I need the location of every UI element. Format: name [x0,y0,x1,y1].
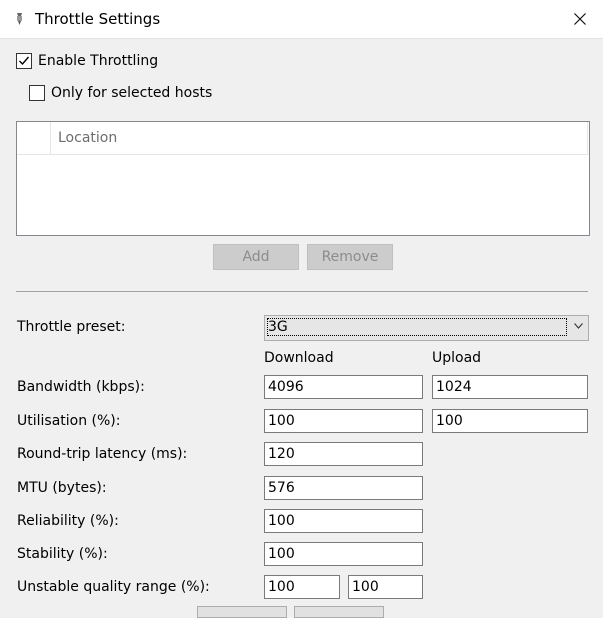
unstable-range-to-input[interactable]: 100 [348,575,423,599]
bandwidth-label: Bandwidth (kbps): [17,379,145,395]
add-button[interactable]: Add [213,244,299,270]
throttle-preset-label: Throttle preset: [17,319,126,335]
bandwidth-upload-input[interactable]: 1024 [432,375,588,399]
ok-button-partial[interactable] [197,606,287,618]
bandwidth-download-input[interactable]: 4096 [264,375,423,399]
separator [16,291,588,292]
latency-label: Round-trip latency (ms): [17,446,188,462]
throttle-preset-dropdown[interactable]: 3G [264,315,589,341]
location-column-label: Location [58,130,118,146]
focus-rect [267,318,567,336]
chevron-down-icon[interactable] [574,323,583,329]
selected-hosts-box[interactable] [29,85,45,101]
unstable-range-from-input[interactable]: 100 [264,575,340,599]
latency-input[interactable]: 120 [264,442,423,466]
close-icon[interactable] [574,13,586,25]
hosts-list[interactable]: Location [16,121,590,236]
enable-throttling-box[interactable] [16,53,32,69]
enable-throttling-checkbox[interactable]: Enable Throttling [16,53,158,69]
list-header-location[interactable]: Location [51,122,588,155]
upload-column-header: Upload [432,350,482,366]
utilisation-upload-input[interactable]: 100 [432,409,588,433]
title-bar: Throttle Settings [0,0,603,39]
mtu-label: MTU (bytes): [17,480,107,496]
unstable-range-label: Unstable quality range (%): [17,579,210,595]
utilisation-download-input[interactable]: 100 [264,409,423,433]
list-header-checkbox-column[interactable] [17,122,51,155]
reliability-input[interactable]: 100 [264,509,423,533]
cancel-button-partial[interactable] [294,606,384,618]
stability-label: Stability (%): [17,546,108,562]
window-title: Throttle Settings [35,10,161,28]
reliability-label: Reliability (%): [17,513,119,529]
selected-hosts-label[interactable]: Only for selected hosts [51,85,212,101]
download-column-header: Download [264,350,334,366]
throttle-preset-value: 3G [268,319,288,335]
stability-input[interactable]: 100 [264,542,423,566]
remove-button[interactable]: Remove [307,244,393,270]
close-button[interactable] [557,0,603,38]
checkmark-icon [19,56,30,66]
enable-throttling-label[interactable]: Enable Throttling [38,53,158,69]
selected-hosts-checkbox[interactable]: Only for selected hosts [29,85,212,101]
app-icon [16,13,23,25]
utilisation-label: Utilisation (%): [17,413,121,429]
mtu-input[interactable]: 576 [264,476,423,500]
